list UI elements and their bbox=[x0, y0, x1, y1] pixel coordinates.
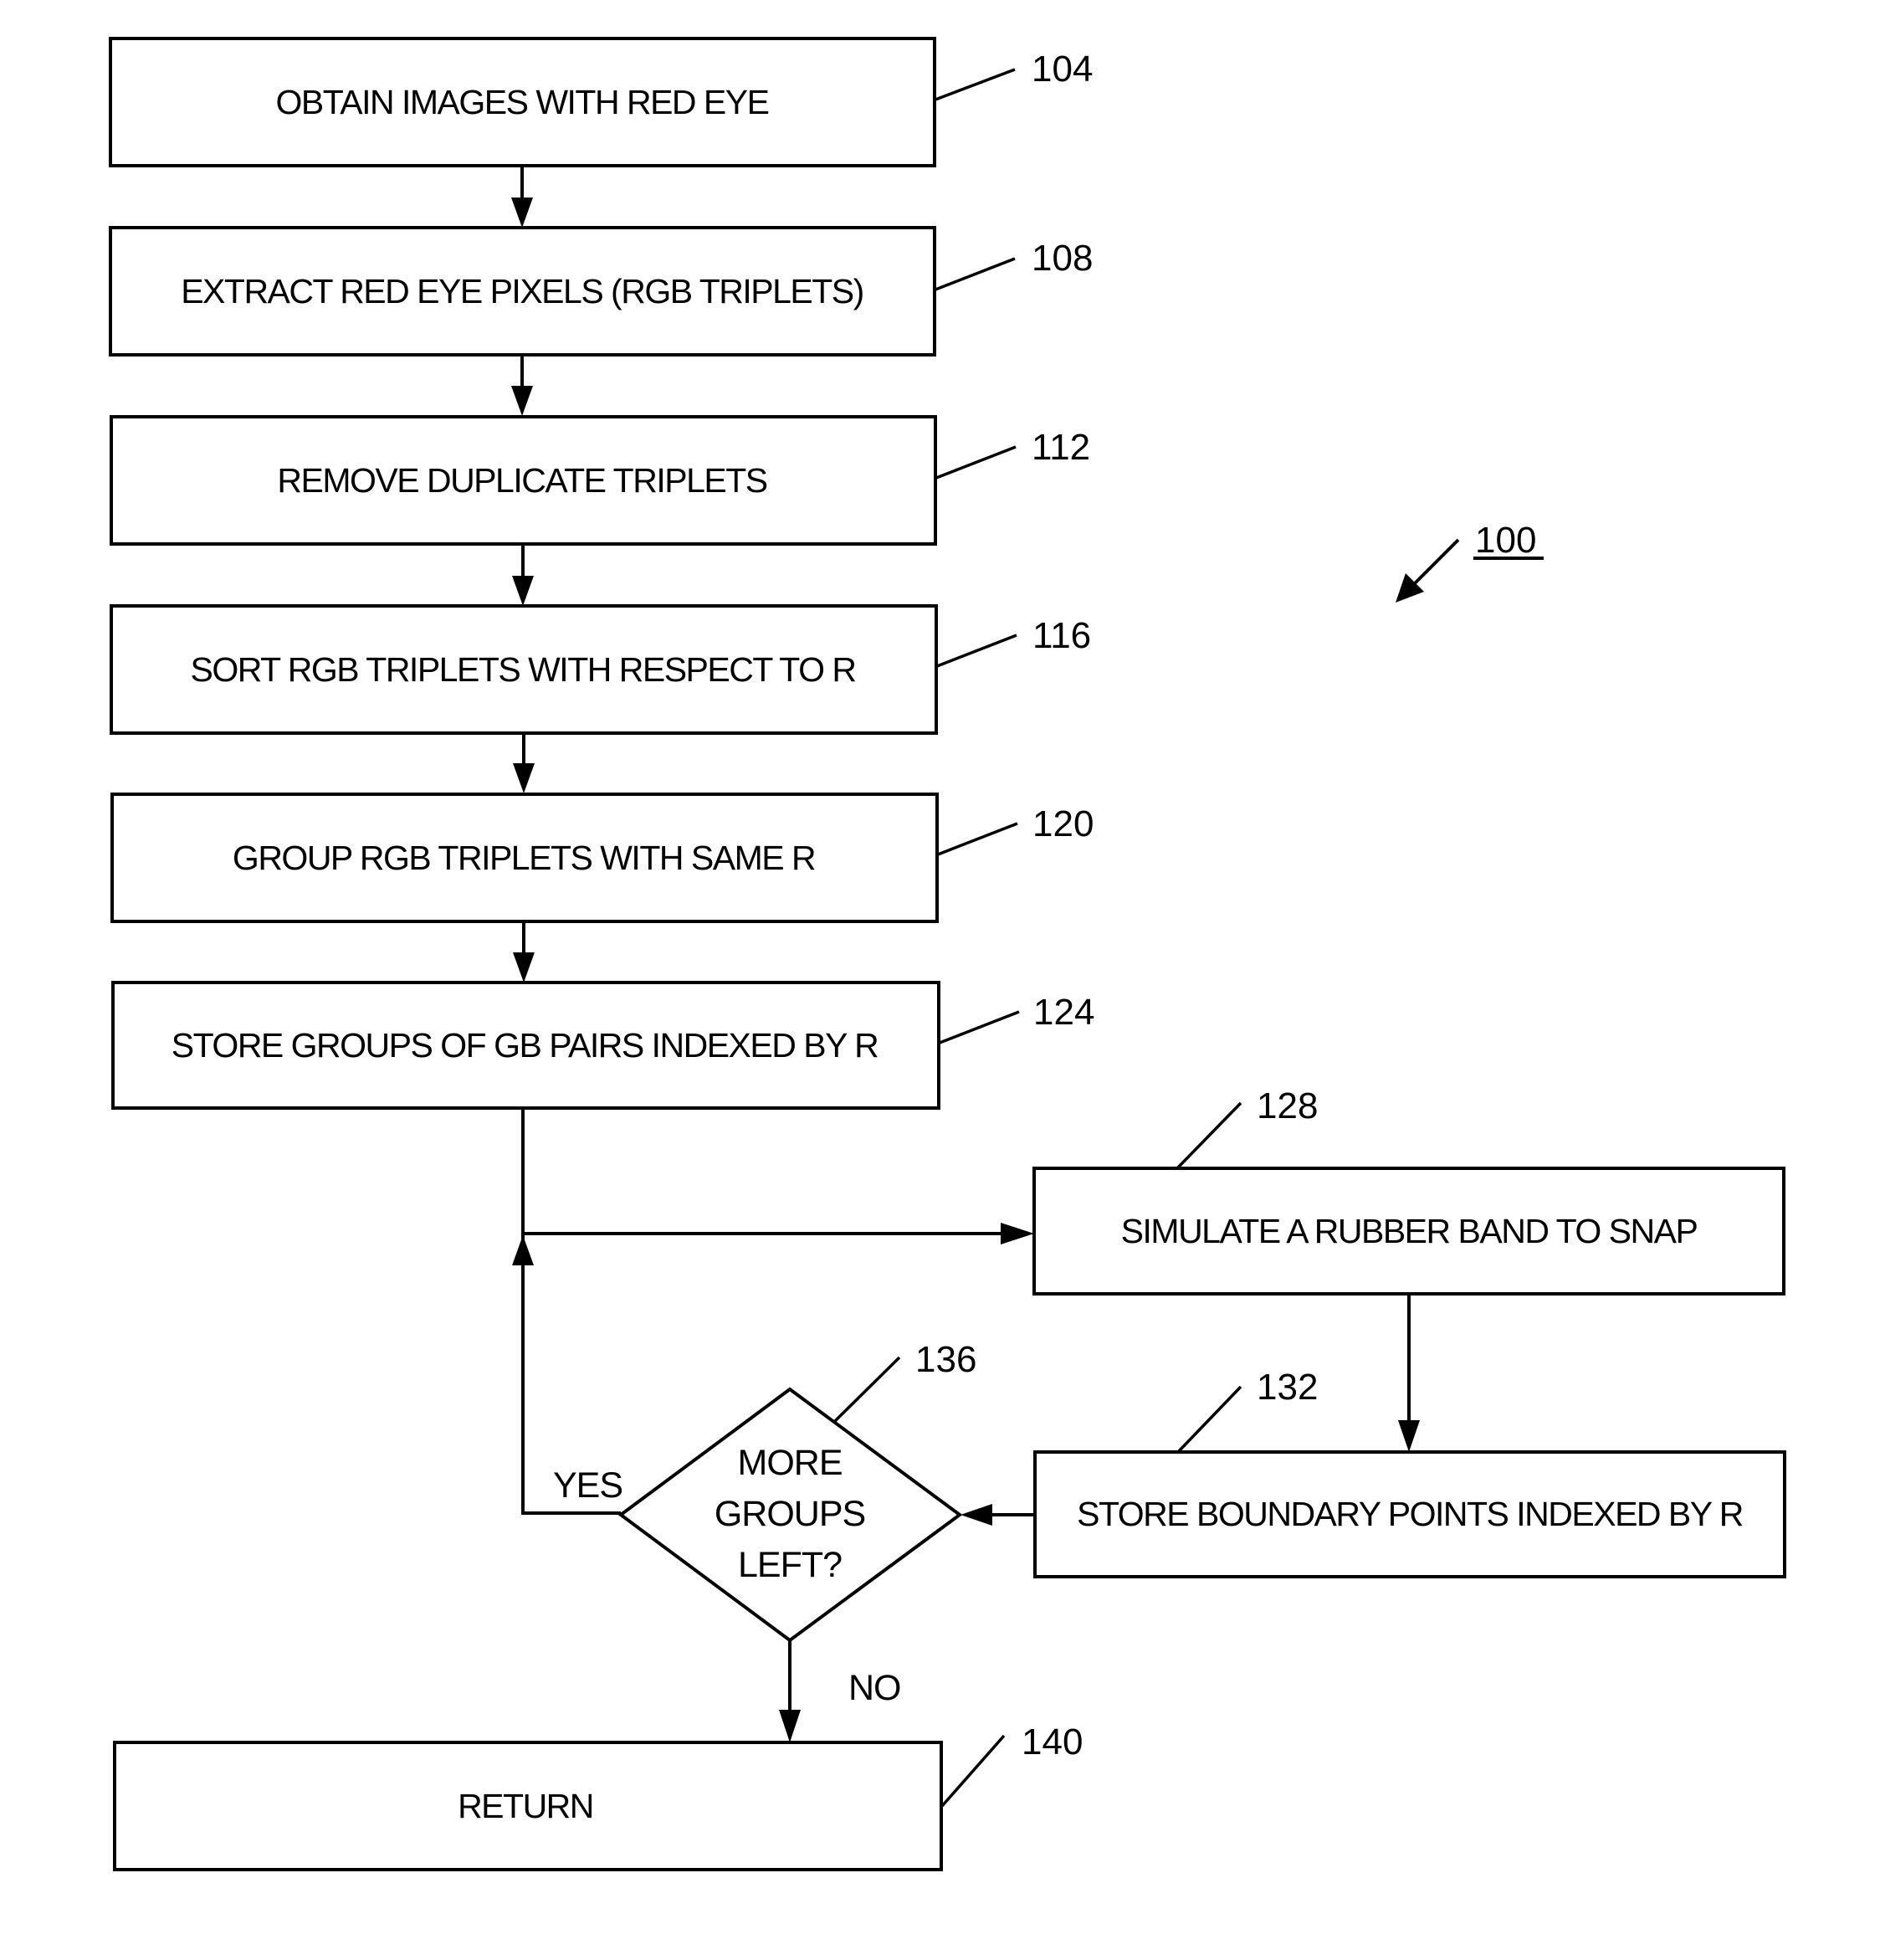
step-label: SORT RGB TRIPLETS WITH RESPECT TO R bbox=[190, 650, 855, 689]
figure-pointer-line bbox=[1411, 538, 1460, 587]
step-label: SIMULATE A RUBBER BAND TO SNAP bbox=[1121, 1212, 1698, 1250]
leader-line bbox=[935, 445, 1017, 480]
step-128: SIMULATE A RUBBER BAND TO SNAP 128 bbox=[1032, 1085, 1785, 1296]
leader-line bbox=[936, 634, 1017, 668]
flowchart: OBTAIN IMAGES WITH RED EYE 104 EXTRACT R… bbox=[109, 37, 1786, 1871]
step-label: RETURN bbox=[458, 1787, 593, 1825]
arrow-132-136 bbox=[960, 1504, 1035, 1526]
ref-numeral: 108 bbox=[1032, 238, 1093, 279]
ref-numeral: 128 bbox=[1257, 1085, 1318, 1126]
arrowhead-icon bbox=[511, 198, 533, 228]
arrowhead-icon bbox=[513, 952, 535, 983]
decision-label-line-1: MORE bbox=[738, 1443, 843, 1483]
arrow-128-132 bbox=[1398, 1294, 1420, 1452]
step-112: REMOVE DUPLICATE TRIPLETS 112 bbox=[110, 415, 1090, 546]
arrowhead-icon bbox=[779, 1710, 801, 1742]
arrow-108-112 bbox=[511, 355, 533, 416]
ref-numeral: 136 bbox=[915, 1339, 976, 1380]
arrowhead-icon bbox=[1398, 1420, 1420, 1452]
ref-numeral: 120 bbox=[1032, 803, 1094, 844]
step-124: STORE GROUPS OF GB PAIRS INDEXED BY R 12… bbox=[111, 981, 1094, 1110]
yes-label: YES bbox=[553, 1465, 622, 1506]
step-label: GROUP RGB TRIPLETS WITH SAME R bbox=[233, 839, 815, 877]
step-108: EXTRACT RED EYE PIXELS (RGB TRIPLETS) 10… bbox=[109, 226, 1093, 357]
ref-numeral: 112 bbox=[1032, 427, 1090, 468]
arrow-136-140 bbox=[779, 1640, 801, 1742]
arrow-116-120 bbox=[513, 733, 535, 793]
arrow-120-124 bbox=[513, 921, 535, 983]
arrowhead-icon bbox=[1001, 1223, 1034, 1244]
step-120: GROUP RGB TRIPLETS WITH SAME R 120 bbox=[110, 793, 1094, 923]
ref-numeral: 140 bbox=[1022, 1721, 1083, 1762]
ref-numeral: 104 bbox=[1032, 49, 1093, 90]
arrowhead-icon bbox=[511, 386, 533, 416]
step-104: OBTAIN IMAGES WITH RED EYE 104 bbox=[109, 37, 1093, 167]
ref-numeral: 132 bbox=[1257, 1367, 1318, 1408]
leader-line bbox=[1176, 1385, 1242, 1454]
leader-line bbox=[833, 1356, 901, 1423]
step-label: REMOVE DUPLICATE TRIPLETS bbox=[277, 461, 766, 500]
leader-line bbox=[940, 1734, 1006, 1808]
step-116: SORT RGB TRIPLETS WITH RESPECT TO R 116 bbox=[110, 604, 1091, 735]
step-label: STORE BOUNDARY POINTS INDEXED BY R bbox=[1077, 1495, 1743, 1533]
leader-line bbox=[935, 68, 1016, 101]
no-label: NO bbox=[848, 1668, 901, 1708]
step-label: OBTAIN IMAGES WITH RED EYE bbox=[276, 83, 769, 121]
figure-number: 100 bbox=[1475, 520, 1536, 561]
arrow-112-116 bbox=[512, 544, 534, 606]
leader-line bbox=[935, 257, 1016, 291]
arrowhead-icon bbox=[512, 576, 534, 606]
arrowhead-icon bbox=[512, 1235, 534, 1265]
step-label: EXTRACT RED EYE PIXELS (RGB TRIPLETS) bbox=[181, 272, 863, 310]
step-140: RETURN 140 bbox=[113, 1721, 1083, 1871]
decision-136: MORE GROUPS LEFT? 136 YES NO bbox=[553, 1339, 976, 1708]
figure-reference: 100 bbox=[1396, 520, 1544, 603]
decision-label-line-2: GROUPS bbox=[715, 1494, 865, 1534]
arrowhead-icon bbox=[513, 763, 535, 793]
step-label: STORE GROUPS OF GB PAIRS INDEXED BY R bbox=[172, 1026, 878, 1065]
arrow-104-108 bbox=[511, 166, 533, 228]
leader-line bbox=[937, 822, 1018, 856]
arrowhead-icon bbox=[960, 1504, 992, 1526]
leader-line bbox=[1176, 1101, 1242, 1170]
ref-numeral: 124 bbox=[1033, 992, 1094, 1033]
decision-label-line-3: LEFT? bbox=[738, 1545, 842, 1585]
ref-numeral: 116 bbox=[1032, 615, 1091, 656]
leader-line bbox=[939, 1010, 1020, 1044]
